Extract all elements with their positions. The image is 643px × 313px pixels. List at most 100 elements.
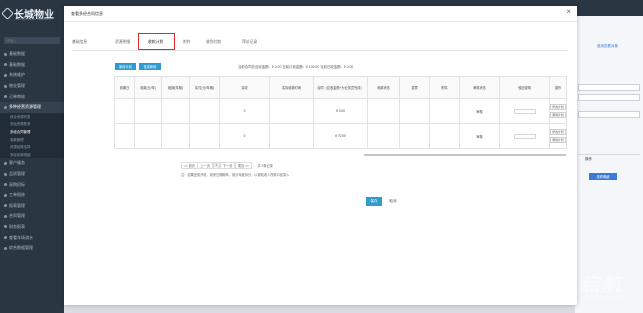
view-detail-button[interactable]: 查看明细 bbox=[589, 173, 617, 180]
reject-reason-field[interactable] bbox=[513, 133, 536, 139]
sidebar-item[interactable]: 基础数据 bbox=[0, 49, 64, 60]
sidebar-item[interactable]: 客户服务 bbox=[0, 158, 64, 169]
next-page-button[interactable]: 下一页 bbox=[219, 161, 236, 169]
cancel-button[interactable]: 取消 bbox=[385, 197, 401, 206]
sidebar-item-label: 多经收款明细 bbox=[10, 152, 31, 157]
batch-add-button[interactable]: 批量新增 bbox=[139, 63, 161, 70]
sidebar-item-label: 品质管理 bbox=[9, 171, 25, 177]
save-button[interactable]: 保存 bbox=[366, 197, 382, 206]
sidebar-item[interactable]: 基础数据 bbox=[0, 60, 64, 71]
column-header: 驳回说明 bbox=[499, 76, 550, 99]
horizontal-scrollbar[interactable] bbox=[364, 154, 566, 156]
menu-item-icon bbox=[4, 183, 7, 187]
sidebar-item[interactable]: 合同管理 bbox=[0, 211, 64, 222]
tab-payments-received[interactable]: 收到付款 bbox=[206, 40, 221, 45]
tab-visit-records[interactable]: 拜访记录 bbox=[242, 40, 257, 45]
sidebar-subitem[interactable]: 综合资源列表 bbox=[0, 112, 64, 121]
close-icon[interactable]: × bbox=[566, 8, 571, 16]
sidebar-item[interactable]: 订单审核 bbox=[0, 91, 64, 102]
sidebar-item-label: 基础数据 bbox=[9, 51, 25, 57]
menu-item-icon bbox=[4, 193, 7, 197]
table-row: 0 ¥ 0.00 审核 修改计划 删除计划 bbox=[114, 98, 567, 124]
table-cell: ¥ 70.00 bbox=[313, 123, 368, 149]
prev-page-button[interactable]: 上一页 bbox=[197, 161, 214, 169]
pagination: << 首页 上一页 1 下一页 尾页 >> 共 2条记录 bbox=[181, 161, 273, 169]
background-link[interactable]: 费用查看对象 bbox=[597, 44, 618, 49]
amount-summary: 当前合同总应收金额：¥ 0.00 当前计划金额：¥ 100.00 当前已收金额：… bbox=[238, 65, 354, 69]
modal-title: 查看多经合同信息 bbox=[71, 11, 103, 16]
sidebar-item[interactable]: 财务报表 bbox=[0, 222, 64, 233]
sidebar-subitem[interactable]: 资源结算结算 bbox=[0, 142, 64, 151]
table-cell bbox=[134, 98, 162, 124]
reject-reason-field[interactable] bbox=[513, 108, 536, 114]
delete-plan-button[interactable]: 删除计划 bbox=[550, 136, 566, 144]
first-page-button[interactable]: << 首页 bbox=[181, 161, 198, 169]
sidebar-item-label: 物业管理 bbox=[9, 83, 25, 89]
watermark-text: 启航 bbox=[580, 274, 622, 296]
table-cell bbox=[161, 123, 190, 149]
table-cell bbox=[399, 123, 430, 149]
sidebar-item[interactable]: 系统维护 bbox=[0, 70, 64, 81]
contract-modal: 查看多经合同信息 × 基础信息 资源明细 收款计划 附件 收到付款 拜访记录 新… bbox=[64, 6, 577, 305]
table-header-row: 到期日 收款(元/年) 租期(年期) 实付(元/年期) 实收 实际收款时间 合同（应收金额+… bbox=[114, 76, 567, 99]
sidebar-item-label: 财务报表 bbox=[9, 223, 25, 229]
tab-basic-info[interactable]: 基础信息 bbox=[72, 40, 87, 45]
column-header: 操作 bbox=[549, 76, 567, 99]
background-select[interactable] bbox=[578, 111, 640, 118]
sidebar-item-label: 多经资源登录 bbox=[10, 122, 31, 127]
table-cell: 0 bbox=[219, 123, 270, 149]
sidebar-item-label: 查看车场流水 bbox=[9, 234, 33, 240]
sidebar-subitem[interactable]: 多经资源登录 bbox=[0, 120, 64, 128]
table-cell bbox=[189, 123, 220, 149]
menu-item-icon bbox=[4, 214, 7, 218]
table-cell bbox=[161, 98, 190, 124]
tab-attachments[interactable]: 附件 bbox=[183, 40, 191, 45]
sidebar-subitem[interactable]: 多经合同管理 bbox=[0, 127, 64, 136]
edit-plan-button[interactable]: 修改计划 bbox=[550, 128, 566, 136]
table-cell bbox=[269, 98, 314, 124]
sidebar-item-label: 客户服务 bbox=[9, 160, 25, 166]
column-header: 合同（应收金额+为业务员完成） bbox=[313, 76, 368, 99]
background-select[interactable] bbox=[578, 94, 640, 101]
sidebar-item[interactable]: 多种经营资源管理 bbox=[0, 101, 64, 113]
sidebar-item-label: 基础数据 bbox=[9, 61, 25, 67]
sidebar-item-label: 工单报修 bbox=[9, 192, 25, 198]
add-plan-button[interactable]: 新增计划 bbox=[115, 63, 136, 70]
sidebar-subitem[interactable]: 多经收款明细 bbox=[0, 150, 64, 159]
sidebar-item[interactable]: 物业管理 bbox=[0, 81, 64, 92]
table-cell bbox=[399, 98, 430, 124]
table-cell: 审核 bbox=[459, 98, 500, 124]
tab-resource-detail[interactable]: 资源明细 bbox=[115, 40, 130, 45]
column-header: 租期(年期) bbox=[161, 76, 190, 99]
sidebar-item[interactable]: 工单报修 bbox=[0, 190, 64, 201]
menu-item-icon bbox=[4, 246, 7, 250]
sidebar-subitem[interactable]: 收款管理 bbox=[0, 135, 64, 143]
record-count: 共 2条记录 bbox=[257, 163, 273, 168]
sidebar-item[interactable]: 报表管理 bbox=[0, 201, 64, 212]
edit-plan-button[interactable]: 修改计划 bbox=[550, 103, 566, 111]
sidebar-item[interactable]: 综合数据管理 bbox=[0, 243, 64, 254]
table-cell bbox=[367, 98, 400, 124]
divider bbox=[578, 154, 640, 155]
sidebar-item-label: 资源结算结算 bbox=[10, 145, 31, 150]
last-page-button[interactable]: 尾页 >> bbox=[234, 161, 252, 169]
sidebar-item-label: 订单审核 bbox=[9, 93, 25, 99]
background-column-header: 操作 bbox=[585, 157, 592, 161]
sidebar-search-input[interactable] bbox=[4, 37, 60, 44]
sidebar-item[interactable]: 品质管理 bbox=[0, 169, 64, 180]
sidebar-item-label: 多经合同管理 bbox=[10, 130, 31, 135]
background-select[interactable] bbox=[578, 84, 640, 91]
table-cell: 修改计划 删除计划 bbox=[549, 98, 567, 124]
sidebar-item-label: 合同管理 bbox=[9, 213, 25, 219]
table-cell: 修改计划 删除计划 bbox=[549, 123, 567, 149]
delete-plan-button[interactable]: 删除计划 bbox=[550, 111, 566, 119]
note-text: 注：如果还需开收，则来日期期年，保分年度拆分，以便较收入所需口径录入 bbox=[181, 173, 290, 177]
sidebar-item[interactable]: 采购招标 bbox=[0, 179, 64, 190]
sidebar-item[interactable]: 查看车场流水 bbox=[0, 232, 64, 243]
column-header: 实付(元/年期) bbox=[189, 76, 220, 99]
menu-item-icon bbox=[4, 84, 7, 88]
column-header: 到期日 bbox=[114, 76, 135, 99]
watermark-subtext: DTCMS.NET bbox=[584, 295, 625, 302]
sidebar-item-label: 综合资源列表 bbox=[10, 114, 31, 119]
table-cell: 0 bbox=[219, 98, 270, 124]
